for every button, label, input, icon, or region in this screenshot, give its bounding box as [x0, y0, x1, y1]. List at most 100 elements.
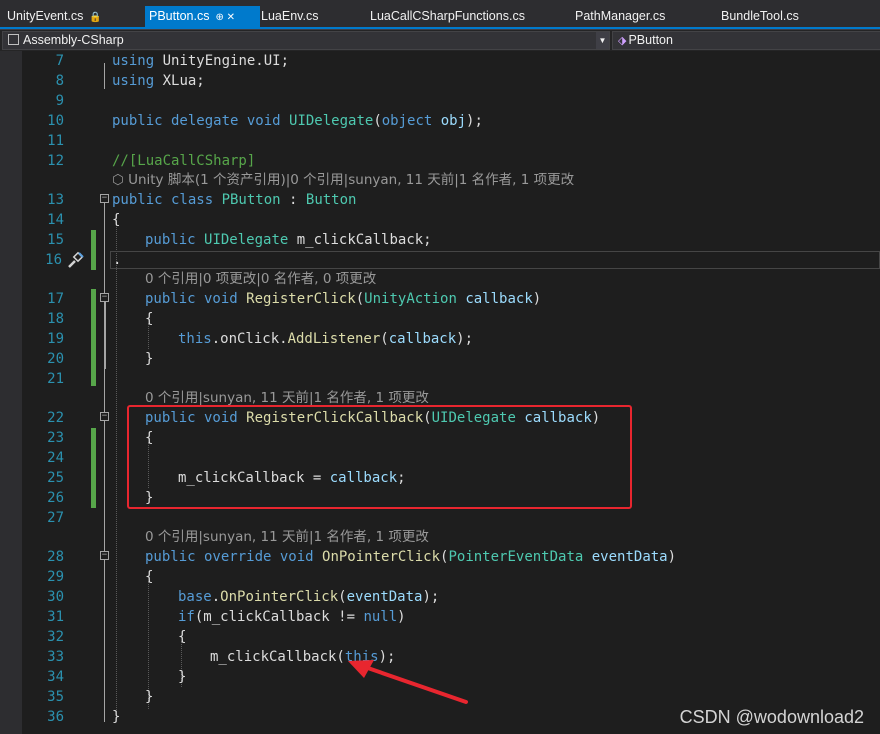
- change-marker: [91, 428, 96, 508]
- token: );: [466, 113, 483, 129]
- token: OnPointerClick: [220, 589, 339, 605]
- tab-pbutton[interactable]: PButton.cs ⊕ ✕: [145, 6, 260, 27]
- annotation-arrow-icon: [348, 660, 468, 704]
- tab-bundletool[interactable]: BundleTool.cs: [721, 6, 799, 27]
- token: RegisterClick: [246, 291, 356, 307]
- line-number: 22: [47, 410, 64, 426]
- line-number: 9: [55, 93, 64, 109]
- collapse-toggle[interactable]: −: [100, 293, 109, 302]
- tab-label: PButton.cs: [149, 9, 210, 23]
- token: );: [422, 589, 440, 605]
- code-line-13: public class PButton : Button: [112, 190, 356, 210]
- token: OnPointerClick: [322, 549, 441, 565]
- code-line-19: this.onClick.AddListener(callback);: [178, 329, 473, 349]
- current-line-highlight: [110, 251, 880, 269]
- token: obj: [432, 113, 467, 129]
- outline-line: [105, 301, 106, 369]
- code-line-16: .: [113, 252, 122, 268]
- token: UIDelegate: [204, 232, 289, 248]
- tab-luacallcsharpfunctions[interactable]: LuaCallCSharpFunctions.cs: [370, 6, 525, 27]
- indent-guide: [116, 224, 117, 712]
- token: this: [178, 331, 212, 347]
- token: ): [532, 291, 542, 307]
- collapse-toggle[interactable]: −: [100, 551, 109, 560]
- outline-line: [104, 202, 105, 722]
- token: PointerEventData: [448, 549, 584, 565]
- chevron-down-icon[interactable]: ▼: [596, 32, 609, 49]
- line-number: 23: [47, 430, 64, 446]
- token: );: [456, 331, 474, 347]
- document-tab-bar: UnityEvent.cs 🔒 PButton.cs ⊕ ✕ LuaEnv.cs L…: [0, 0, 880, 29]
- tab-label: PathManager.cs: [575, 9, 666, 23]
- token: using: [112, 73, 155, 89]
- line-number: 33: [47, 649, 64, 665]
- code-line-20: }: [145, 351, 154, 367]
- codelens-on-pointer-click[interactable]: 0 个引用|sunyan, 11 天前|1 名作者, 1 项更改: [145, 527, 429, 547]
- project-dropdown[interactable]: Assembly-CSharp ▼: [2, 31, 610, 50]
- token: callback: [456, 291, 533, 307]
- token: UIDelegate: [289, 113, 374, 129]
- line-number: 29: [47, 569, 64, 585]
- line-number: 32: [47, 629, 64, 645]
- collapse-toggle[interactable]: −: [100, 412, 109, 421]
- tab-label: BundleTool.cs: [721, 9, 799, 23]
- tab-label: UnityEvent.cs: [7, 9, 84, 23]
- line-number: 18: [47, 311, 64, 327]
- token: public override void: [145, 549, 323, 565]
- token: ): [667, 549, 677, 565]
- line-number: 15: [47, 232, 64, 248]
- code-line-36: }: [112, 709, 121, 725]
- token: object: [381, 113, 433, 129]
- token: eventData: [583, 549, 668, 565]
- token: public void: [145, 291, 247, 307]
- codelens-text: Unity 脚本(1 个资产引用)|0 个引用|sunyan, 11 天前|1 …: [128, 172, 575, 188]
- token: (m_clickCallback !=: [194, 609, 364, 625]
- code-line-17: public void RegisterClick(UnityAction ca…: [145, 289, 541, 309]
- line-number: 26: [47, 490, 64, 506]
- line-number: 10: [47, 113, 64, 129]
- code-line-32: {: [178, 629, 187, 645]
- line-number: 31: [47, 609, 64, 625]
- code-line-35: }: [145, 689, 154, 705]
- token: .onClick.: [211, 331, 288, 347]
- token: eventData: [346, 589, 423, 605]
- tab-luaenv[interactable]: LuaEnv.cs: [261, 6, 318, 27]
- code-line-12-comment: //[LuaCallCSharp]: [112, 153, 256, 169]
- screwdriver-icon[interactable]: [66, 250, 86, 270]
- collapse-toggle[interactable]: −: [100, 194, 109, 203]
- type-name: PButton: [628, 33, 673, 47]
- type-dropdown[interactable]: ⬗ PButton: [612, 31, 880, 50]
- code-line-29: {: [145, 569, 154, 585]
- line-number: 7: [55, 53, 64, 69]
- token: using: [112, 53, 155, 69]
- code-line-10: public delegate void UIDelegate(object o…: [112, 111, 483, 131]
- line-number: 11: [47, 133, 64, 149]
- line-number: 17: [47, 291, 64, 307]
- tab-pathmanager[interactable]: PathManager.cs: [575, 6, 665, 27]
- annotation-highlight-box: [127, 405, 632, 509]
- codelens-register-click[interactable]: 0 个引用|0 项更改|0 名作者, 0 项更改: [145, 269, 376, 289]
- line-number: 21: [47, 371, 64, 387]
- token: (: [355, 291, 365, 307]
- line-number: 12: [47, 153, 64, 169]
- watermark: CSDN @wodownload2: [679, 707, 864, 727]
- csharp-project-icon: [8, 34, 19, 45]
- tab-unityevent[interactable]: UnityEvent.cs 🔒: [7, 6, 102, 27]
- line-number: 19: [47, 331, 64, 347]
- code-line-8: using XLua;: [112, 71, 205, 91]
- tab-label: LuaCallCSharpFunctions.cs: [370, 9, 525, 23]
- token: m_clickCallback;: [288, 232, 432, 248]
- token: public: [145, 232, 205, 248]
- token: UnityAction: [364, 291, 457, 307]
- token: public class: [112, 192, 222, 208]
- token: null: [363, 609, 398, 625]
- codelens-unity[interactable]: ⬡ Unity 脚本(1 个资产引用)|0 个引用|sunyan, 11 天前|…: [112, 170, 574, 190]
- pin-close-icon[interactable]: ⊕ ✕: [215, 12, 235, 23]
- outline-line: [104, 63, 105, 89]
- token: Button: [305, 192, 357, 208]
- code-line-14: {: [112, 212, 121, 228]
- lock-icon: 🔒: [89, 12, 102, 23]
- token: ): [397, 609, 406, 625]
- token: if: [178, 609, 195, 625]
- code-editor[interactable]: 7 8 9 10 11 12 13 14 15 16 17 18 19 20 2…: [0, 51, 880, 734]
